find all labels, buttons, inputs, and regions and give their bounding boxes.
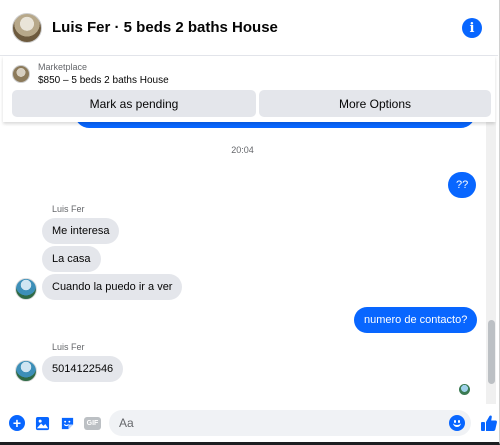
message-input-wrapper[interactable] bbox=[109, 410, 471, 436]
sender-name: Luis Fer bbox=[52, 342, 85, 352]
marketplace-panel: Marketplace $850 – 5 beds 2 baths House … bbox=[3, 56, 495, 122]
info-icon[interactable]: i bbox=[462, 18, 482, 38]
sticker-icon[interactable] bbox=[59, 415, 75, 431]
scrollbar-thumb[interactable] bbox=[488, 320, 495, 384]
message-timestamp: 20:04 bbox=[231, 145, 254, 155]
mark-as-pending-button[interactable]: Mark as pending bbox=[12, 90, 256, 117]
conversation-title[interactable]: Luis Fer · 5 beds 2 baths House bbox=[52, 19, 278, 36]
contact-avatar[interactable] bbox=[12, 12, 42, 43]
message-bubble-incoming[interactable]: 5014122546 bbox=[42, 356, 124, 382]
chat-window: Luis Fer · 5 beds 2 baths House i Market… bbox=[0, 0, 500, 445]
plus-icon[interactable]: + bbox=[9, 415, 25, 431]
emoji-icon[interactable] bbox=[449, 415, 465, 431]
like-icon[interactable] bbox=[480, 414, 498, 432]
message-bubble-outgoing[interactable]: numero de contacto? bbox=[354, 307, 478, 333]
listing-summary[interactable]: Marketplace $850 – 5 beds 2 baths House bbox=[12, 61, 169, 87]
marketplace-label: Marketplace bbox=[38, 62, 88, 72]
listing-thumbnail bbox=[12, 65, 30, 83]
sender-name: Luis Fer bbox=[52, 204, 85, 214]
chat-scrollbar[interactable] bbox=[486, 122, 496, 406]
listing-text: Marketplace $850 – 5 beds 2 baths House bbox=[38, 61, 169, 87]
listing-price-title: $850 – 5 beds 2 baths House bbox=[38, 75, 169, 86]
message-bubble-outgoing[interactable]: ?? bbox=[448, 172, 477, 198]
read-receipt-avatar bbox=[459, 384, 470, 395]
gif-icon[interactable]: GIF bbox=[84, 416, 101, 430]
more-options-button[interactable]: More Options bbox=[259, 90, 491, 117]
chat-header: Luis Fer · 5 beds 2 baths House i bbox=[0, 0, 498, 56]
sender-avatar[interactable] bbox=[15, 360, 37, 382]
message-bubble-incoming[interactable]: La casa bbox=[42, 246, 101, 272]
message-bubble-incoming[interactable]: Me interesa bbox=[42, 218, 120, 244]
message-input[interactable] bbox=[109, 416, 429, 430]
message-composer: + GIF bbox=[0, 404, 498, 442]
message-bubble-outgoing-partial bbox=[75, 122, 475, 128]
photo-icon[interactable] bbox=[34, 415, 50, 431]
message-bubble-incoming[interactable]: Cuando la puedo ir a ver bbox=[42, 274, 183, 300]
sender-avatar[interactable] bbox=[15, 278, 37, 300]
message-list: 20:04 ?? Luis Fer Me interesa La casa Cu… bbox=[0, 122, 485, 404]
